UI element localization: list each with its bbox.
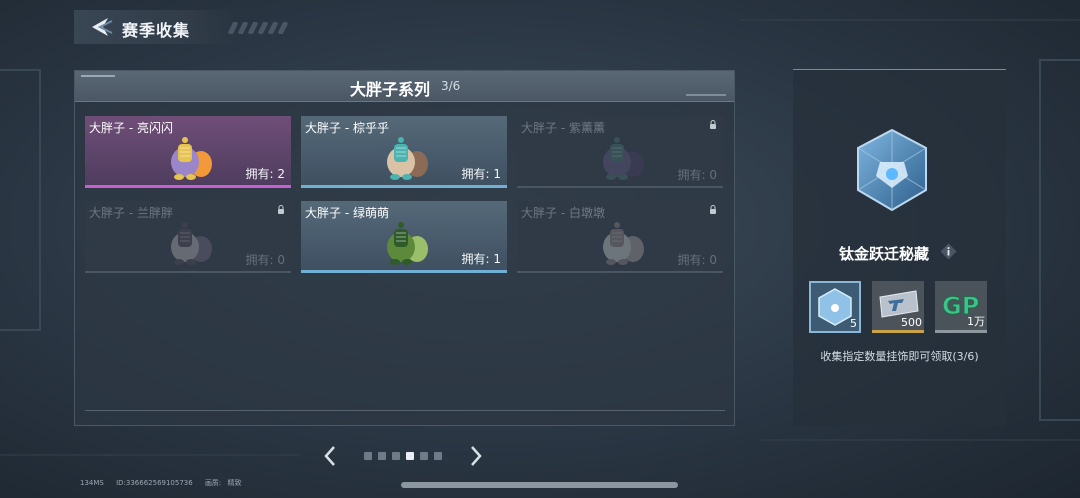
chubby-figure-icon [171, 137, 212, 180]
header-decoration [81, 75, 115, 77]
page-header: 赛季收集 [74, 10, 289, 44]
collection-card[interactable]: 大胖子 - 紫薰薰拥有: 0 [517, 116, 723, 188]
reward-item-gp[interactable]: GP 1万 [935, 281, 987, 333]
home-indicator[interactable] [401, 482, 678, 488]
card-name: 大胖子 - 兰胖胖 [89, 206, 173, 220]
page-dot[interactable] [420, 452, 428, 460]
series-title: 大胖子系列 [350, 80, 431, 99]
reward-item-ticket[interactable]: 500 [872, 281, 924, 333]
reward-item-count: 5 [850, 317, 857, 330]
next-page-arrow-icon[interactable] [468, 444, 484, 468]
prev-page-arrow-icon[interactable] [322, 444, 338, 468]
back-arrow-icon[interactable] [86, 15, 114, 39]
page-dot[interactable] [392, 452, 400, 460]
header-decoration [686, 94, 726, 96]
collection-card[interactable]: 大胖子 - 兰胖胖拥有: 0 [85, 201, 291, 273]
page-title: 赛季收集 [122, 21, 191, 40]
page-dot[interactable] [434, 452, 442, 460]
card-name: 大胖子 - 白墩墩 [521, 206, 605, 220]
quality-value: 精致 [227, 479, 242, 487]
reward-panel: 钛金跃迁秘藏 5 500 GP 1万 收集指定数量挂饰即可领取(3/6) [793, 69, 1006, 426]
owned-count: 拥有: 1 [461, 252, 502, 266]
lock-icon [710, 205, 716, 214]
chubby-figure-icon [387, 222, 428, 265]
pagination [320, 444, 490, 468]
series-header: 大胖子系列 3/6 [75, 71, 734, 102]
reward-title: 钛金跃迁秘藏 [839, 245, 930, 263]
owned-count: 拥有: 0 [245, 253, 286, 267]
chubby-figure-icon [171, 222, 212, 265]
owned-count: 拥有: 1 [461, 167, 502, 181]
lock-icon [710, 120, 716, 129]
collection-card[interactable]: 大胖子 - 白墩墩拥有: 0 [517, 201, 723, 273]
reward-item-crate[interactable]: 5 [809, 281, 861, 333]
owned-count: 拥有: 2 [245, 167, 286, 181]
titanium-crate-icon[interactable] [852, 126, 932, 214]
card-name: 大胖子 - 亮闪闪 [89, 121, 173, 135]
header-stripes-decoration [227, 22, 289, 34]
lock-icon [278, 205, 284, 214]
card-name: 大胖子 - 紫薰薰 [521, 121, 605, 135]
reward-description: 收集指定数量挂饰即可领取(3/6) [820, 350, 979, 363]
owned-count: 拥有: 0 [677, 253, 718, 267]
panel-divider [85, 410, 725, 411]
quality-label: 画质: [204, 479, 222, 487]
card-name: 大胖子 - 棕乎乎 [305, 121, 389, 135]
reward-item-count: 1万 [967, 315, 985, 328]
series-progress: 3/6 [441, 79, 461, 93]
chubby-figure-icon [603, 222, 644, 265]
collection-card[interactable]: 大胖子 - 绿萌萌拥有: 1 [301, 201, 507, 273]
player-id-text: ID:336662569105736 [116, 479, 193, 487]
page-dot[interactable] [378, 452, 386, 460]
page-dot[interactable] [406, 452, 414, 460]
collection-card[interactable]: 大胖子 - 棕乎乎拥有: 1 [301, 116, 507, 188]
page-dot[interactable] [364, 452, 372, 460]
collection-card[interactable]: 大胖子 - 亮闪闪拥有: 2 [85, 116, 291, 188]
info-icon[interactable] [940, 243, 957, 260]
chubby-figure-icon [603, 137, 644, 180]
owned-count: 拥有: 0 [677, 168, 718, 182]
reward-item-count: 500 [901, 316, 922, 329]
chubby-figure-icon [387, 137, 428, 180]
ping-text: 134MS [80, 479, 104, 487]
debug-info: 134MS ID:336662569105736 画质: 精致 [80, 478, 252, 488]
collection-panel: 大胖子系列 3/6 大胖子 - 亮闪闪 拥有: 2 大胖子 - 棕乎乎 拥有: 1 大胖… [74, 70, 735, 426]
card-name: 大胖子 - 绿萌萌 [305, 206, 389, 220]
